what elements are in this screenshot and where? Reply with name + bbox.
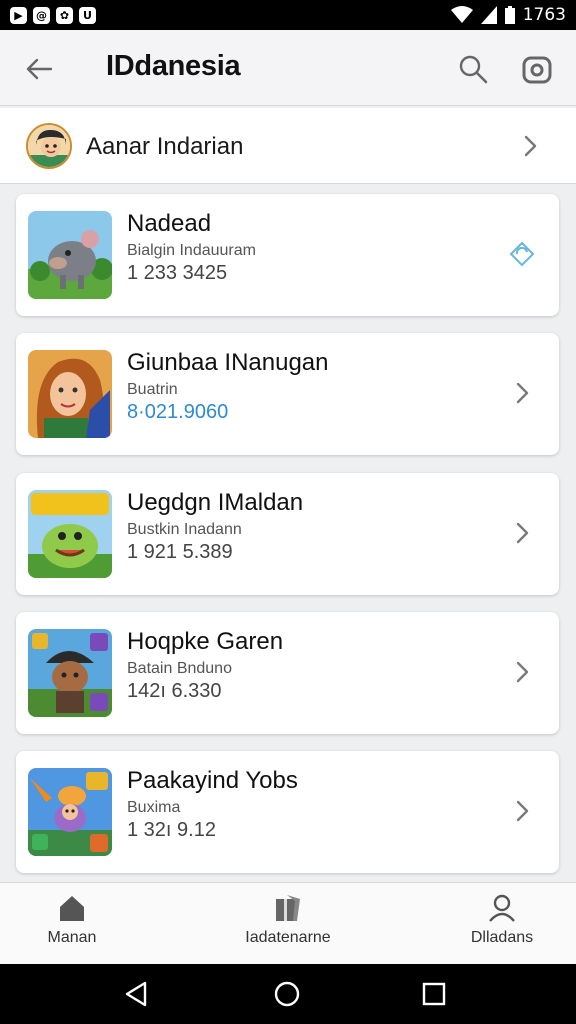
- wifi-icon: [450, 6, 473, 23]
- avatar: [26, 123, 72, 169]
- camera-icon: [522, 56, 552, 84]
- notification-app-icon: ▶: [10, 6, 27, 24]
- bottom-navigation: Manan Iadatenarne Dlladans: [0, 882, 576, 964]
- signal-icon: [480, 6, 497, 24]
- list-item[interactable]: Paakayind Yobs Buxima 1 32ı 9.12: [16, 751, 559, 873]
- system-home-icon[interactable]: [273, 980, 301, 1008]
- app-bar: IDdanesia: [0, 30, 576, 106]
- back-button[interactable]: [22, 52, 56, 86]
- list-item[interactable]: Uegdgn IMaldan Bustkin Inadann 1 921 5.3…: [16, 473, 559, 595]
- item-subtitle: Bustkin Inadann: [127, 521, 242, 538]
- profile-name: Aanar Indarian: [86, 133, 244, 160]
- chevron-right-icon: [516, 661, 529, 683]
- home-icon: [60, 896, 84, 921]
- item-title: Paakayind Yobs: [127, 767, 298, 794]
- page-title: IDdanesia: [106, 50, 241, 82]
- open-item-button[interactable]: [506, 517, 538, 549]
- item-title: Uegdgn IMaldan: [127, 489, 304, 516]
- item-value: 142ı 6.330: [127, 680, 222, 702]
- nav-item-home[interactable]: Manan: [0, 893, 152, 947]
- game-thumbnail: [28, 768, 112, 856]
- list-item[interactable]: Hoqpke Garen Batain Bnduno 142ı 6.330: [16, 612, 559, 734]
- item-subtitle: Buatrin: [127, 381, 178, 398]
- item-title: Hoqpke Garen: [127, 628, 284, 655]
- item-subtitle: Bialgin Indauuram: [127, 242, 256, 259]
- system-recents-icon[interactable]: [420, 980, 448, 1008]
- camera-button[interactable]: [518, 50, 556, 88]
- game-thumbnail: [28, 211, 112, 299]
- refresh-icon: [509, 241, 535, 267]
- person-icon: [489, 894, 515, 922]
- notification-icons: ▶ @ ✿ U: [10, 6, 96, 24]
- game-thumbnail: [28, 490, 112, 578]
- notification-app-icon: ✿: [56, 6, 73, 24]
- game-thumbnail: [28, 629, 112, 717]
- open-item-button[interactable]: [506, 377, 538, 409]
- nav-label: Iadatenarne: [245, 929, 331, 946]
- item-title: Nadead: [127, 210, 212, 237]
- refresh-button[interactable]: [506, 238, 538, 270]
- item-value: 1 233 3425: [127, 262, 228, 284]
- clock: 1763: [522, 5, 566, 25]
- item-subtitle: Buxima: [127, 799, 181, 816]
- chevron-right-icon: [516, 800, 529, 822]
- item-value: 1 32ı 9.12: [127, 819, 216, 841]
- item-title: Giunbaa INanugan: [127, 349, 329, 376]
- status-bar: ▶ @ ✿ U 1763: [0, 0, 576, 30]
- notification-app-icon: @: [33, 6, 50, 24]
- game-thumbnail: [28, 350, 112, 438]
- system-navigation-bar: [0, 964, 576, 1024]
- chevron-right-icon: [516, 382, 529, 404]
- search-button[interactable]: [454, 50, 492, 88]
- list-item[interactable]: Nadead Bialgin Indauuram 1 233 3425: [16, 194, 559, 316]
- item-subtitle: Batain Bnduno: [127, 660, 232, 677]
- open-item-button[interactable]: [506, 795, 538, 827]
- item-value: 8·021.9060: [127, 401, 229, 423]
- notification-app-icon: U: [79, 6, 96, 24]
- chevron-right-icon: [516, 522, 529, 544]
- open-item-button[interactable]: [506, 656, 538, 688]
- nav-item-gift[interactable]: Iadatenarne: [208, 893, 368, 947]
- battery-icon: [504, 6, 515, 24]
- nav-label: Manan: [47, 929, 97, 946]
- list-item[interactable]: Giunbaa INanugan Buatrin 8·021.9060: [16, 333, 559, 455]
- nav-item-profile[interactable]: Dlladans: [422, 893, 576, 947]
- search-icon: [459, 55, 488, 84]
- chevron-right-icon: [524, 135, 537, 157]
- profile-row[interactable]: Aanar Indarian: [0, 108, 576, 184]
- nav-label: Dlladans: [470, 929, 534, 946]
- item-value: 1 921 5.389: [127, 541, 233, 563]
- system-back-icon[interactable]: [123, 980, 151, 1008]
- gift-icon: [276, 895, 300, 921]
- arrow-left-icon: [26, 58, 53, 80]
